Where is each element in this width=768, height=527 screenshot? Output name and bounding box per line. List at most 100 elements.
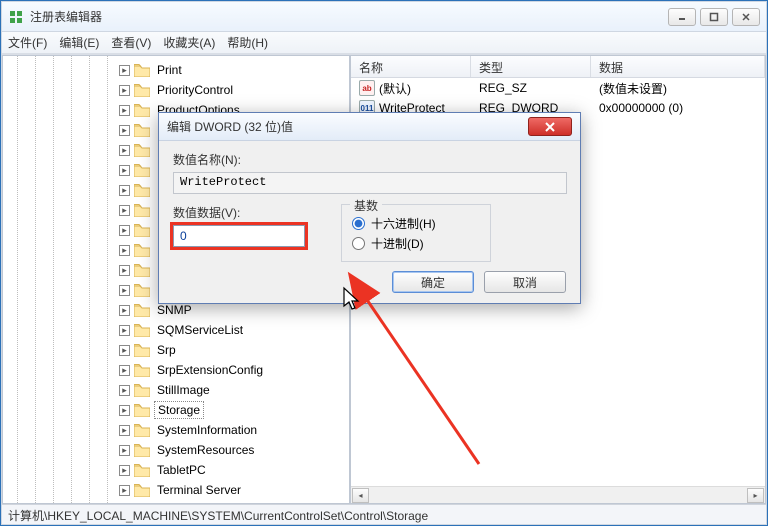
tree-item-label: SNMP [154,302,195,318]
menu-edit[interactable]: 编辑(E) [59,34,99,51]
expand-toggle-icon[interactable]: ▸ [119,465,130,476]
expand-toggle-icon[interactable]: ▸ [119,85,130,96]
tree-item-label: Terminal Server [154,482,244,498]
radix-dec-radio[interactable]: 十进制(D) [352,233,480,253]
folder-icon [134,404,150,417]
tree-item[interactable]: ▸ SQMServiceList [3,320,349,340]
expand-toggle-icon[interactable]: ▸ [119,245,130,256]
tree-item-label: Print [154,62,185,78]
expand-toggle-icon[interactable]: ▸ [119,225,130,236]
tree-item[interactable]: ▸ SrpExtensionConfig [3,360,349,380]
app-icon [8,9,24,25]
value-name: (默认) [379,80,411,97]
column-name[interactable]: 名称 [351,56,471,77]
expand-toggle-icon[interactable]: ▸ [119,385,130,396]
radix-hex-radio[interactable]: 十六进制(H) [352,213,480,233]
expand-toggle-icon[interactable]: ▸ [119,345,130,356]
folder-icon [134,484,150,497]
folder-icon [134,244,150,257]
scroll-right-button[interactable]: ▸ [747,488,764,503]
expand-toggle-icon[interactable]: ▸ [119,145,130,156]
menu-file[interactable]: 文件(F) [8,34,47,51]
tree-item[interactable]: ▸ SystemInformation [3,420,349,440]
maximize-button[interactable] [700,8,728,26]
statusbar: 计算机\HKEY_LOCAL_MACHINE\SYSTEM\CurrentCon… [2,504,766,524]
tree-item-label: Srp [154,342,179,358]
folder-icon [134,124,150,137]
edit-dword-dialog: 编辑 DWORD (32 位)值 数值名称(N): WriteProtect 数… [158,112,581,304]
value-data: (数值未设置) [591,80,765,97]
folder-icon [134,144,150,157]
folder-icon [134,344,150,357]
tree-item-label: PriorityControl [154,82,236,98]
titlebar[interactable]: 注册表编辑器 [2,2,766,32]
expand-toggle-icon[interactable]: ▸ [119,325,130,336]
expand-toggle-icon[interactable]: ▸ [119,445,130,456]
tree-item-label: Storage [154,401,204,419]
expand-toggle-icon[interactable]: ▸ [119,165,130,176]
folder-icon [134,224,150,237]
tree-item[interactable]: ▸ Terminal Server [3,480,349,500]
status-path: 计算机\HKEY_LOCAL_MACHINE\SYSTEM\CurrentCon… [8,509,428,523]
value-data-input[interactable] [173,225,305,247]
menu-favorites[interactable]: 收藏夹(A) [163,34,215,51]
folder-icon [134,384,150,397]
folder-icon [134,264,150,277]
column-type[interactable]: 类型 [471,56,591,77]
value-data-label: 数值数据(V): [173,204,323,221]
radix-dec-input[interactable] [352,237,365,250]
expand-toggle-icon[interactable]: ▸ [119,305,130,316]
folder-icon [134,64,150,77]
tree-item-label: SrpExtensionConfig [154,362,266,378]
tree-item-label: TabletPC [154,462,209,478]
value-name-label: 数值名称(N): [173,151,566,168]
expand-toggle-icon[interactable]: ▸ [119,405,130,416]
tree-item[interactable]: ▸ TabletPC [3,460,349,480]
tree-item-label: StillImage [154,382,213,398]
folder-icon [134,364,150,377]
tree-item-label: SystemInformation [154,422,260,438]
expand-toggle-icon[interactable]: ▸ [119,265,130,276]
scroll-left-button[interactable]: ◂ [352,488,369,503]
menu-help[interactable]: 帮助(H) [227,34,268,51]
folder-icon [134,464,150,477]
cancel-button[interactable]: 取消 [484,271,566,293]
value-data: 0x00000000 (0) [591,101,765,115]
menubar: 文件(F) 编辑(E) 查看(V) 收藏夹(A) 帮助(H) [2,32,766,54]
dialog-title: 编辑 DWORD (32 位)值 [167,118,528,135]
tree-item[interactable]: ▸ PriorityControl [3,80,349,100]
close-button[interactable] [732,8,760,26]
expand-toggle-icon[interactable]: ▸ [119,105,130,116]
horizontal-scrollbar[interactable]: ◂ ▸ [351,486,765,503]
folder-icon [134,424,150,437]
minimize-button[interactable] [668,8,696,26]
expand-toggle-icon[interactable]: ▸ [119,185,130,196]
folder-icon [134,304,150,317]
expand-toggle-icon[interactable]: ▸ [119,205,130,216]
folder-icon [134,324,150,337]
dialog-titlebar[interactable]: 编辑 DWORD (32 位)值 [159,113,580,141]
expand-toggle-icon[interactable]: ▸ [119,425,130,436]
expand-toggle-icon[interactable]: ▸ [119,365,130,376]
tree-item[interactable]: ▸SystemResources [3,440,349,460]
menu-view[interactable]: 查看(V) [111,34,151,51]
tree-item[interactable]: ▸ Storage [3,400,349,420]
expand-toggle-icon[interactable]: ▸ [119,485,130,496]
radix-group: 基数 十六进制(H) 十进制(D) [341,204,491,262]
expand-toggle-icon[interactable]: ▸ [119,125,130,136]
value-row[interactable]: ab(默认)REG_SZ(数值未设置) [351,78,765,98]
radix-dec-label: 十进制(D) [371,235,424,252]
tree-item[interactable]: ▸ Print [3,60,349,80]
tree-item-label: SQMServiceList [154,322,246,338]
tree-item[interactable]: ▸ StillImage [3,380,349,400]
ok-button[interactable]: 确定 [392,271,474,293]
value-name-field: WriteProtect [173,172,567,194]
dialog-close-button[interactable] [528,117,572,136]
expand-toggle-icon[interactable]: ▸ [119,65,130,76]
tree-item[interactable]: ▸ Srp [3,340,349,360]
folder-icon [134,104,150,117]
radix-hex-input[interactable] [352,217,365,230]
expand-toggle-icon[interactable]: ▸ [119,285,130,296]
value-type: REG_SZ [471,81,591,95]
column-data[interactable]: 数据 [591,56,765,77]
